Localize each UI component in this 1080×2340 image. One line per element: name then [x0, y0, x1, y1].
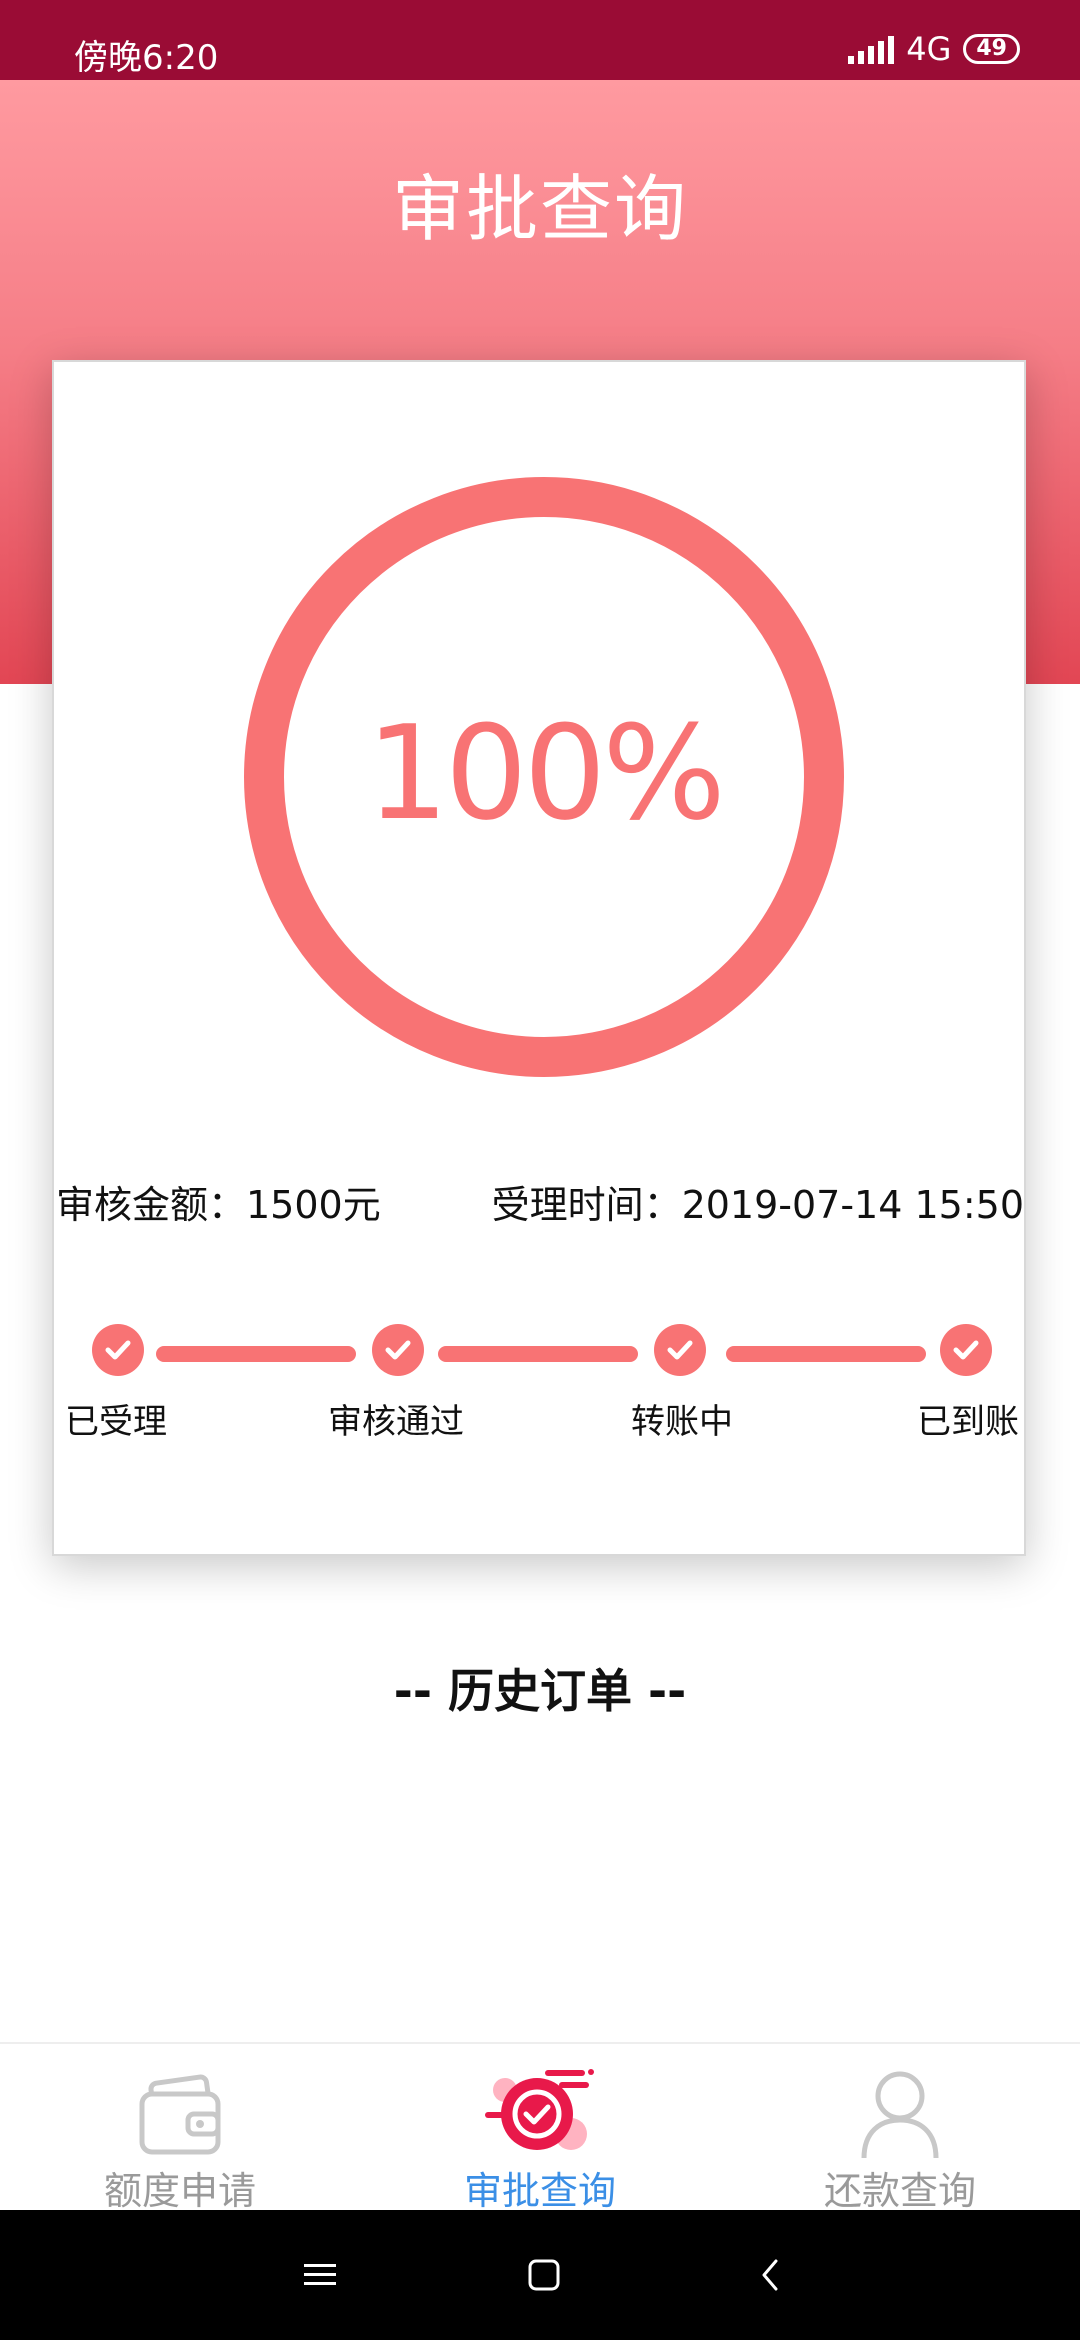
accept-time: 受理时间：2019-07-14 15:50 — [491, 1183, 1024, 1227]
approval-progress-card: 100% 审核金额：1500元 受理时间：2019-07-14 15:50 已受… — [52, 360, 1026, 1556]
progress-percent: 100% — [366, 697, 726, 849]
tab-approval-query[interactable]: 审批查询 — [360, 2044, 720, 2213]
status-time: 傍晚6:20 — [74, 38, 219, 78]
status-bar: 傍晚6:20 4G 49 — [0, 0, 1080, 80]
wallet-icon — [0, 2062, 360, 2162]
step-label-accepted: 已受理 — [65, 1402, 167, 1442]
signal-icon — [848, 34, 895, 64]
status-indicators: 4G 49 — [848, 30, 1020, 68]
step-label-received: 已到账 — [917, 1402, 1019, 1442]
step-4-check-icon — [940, 1324, 992, 1376]
step-label-approved: 审核通过 — [328, 1402, 464, 1442]
page-title: 审批查询 — [391, 167, 688, 251]
tab-label-quota-apply: 额度申请 — [103, 2169, 256, 2213]
step-connector-3 — [726, 1346, 926, 1362]
tab-label-repayment-query: 还款查询 — [823, 2169, 976, 2213]
battery-icon: 49 — [963, 34, 1020, 64]
back-icon[interactable] — [740, 2245, 800, 2305]
tab-repayment-query[interactable]: 还款查询 — [720, 2044, 1080, 2213]
step-3-check-icon — [654, 1324, 706, 1376]
bottom-tab-bar: 额度申请 审批查询 还款查询 — [0, 2042, 1080, 2213]
step-connector-1 — [156, 1346, 356, 1362]
system-navigation-bar — [0, 2210, 1080, 2340]
approval-check-icon — [360, 2062, 720, 2162]
history-orders-heading: -- 历史订单 -- — [393, 1664, 687, 1718]
menu-icon[interactable] — [290, 2245, 350, 2305]
approval-amount: 审核金额：1500元 — [56, 1183, 381, 1227]
step-2-check-icon — [372, 1324, 424, 1376]
step-1-check-icon — [92, 1324, 144, 1376]
network-type: 4G — [906, 30, 952, 68]
step-label-transferring: 转账中 — [631, 1402, 733, 1442]
tab-quota-apply[interactable]: 额度申请 — [0, 2044, 360, 2213]
tab-label-approval-query: 审批查询 — [463, 2169, 616, 2213]
battery-level: 49 — [976, 36, 1007, 61]
home-icon[interactable] — [514, 2245, 574, 2305]
user-icon — [720, 2062, 1080, 2162]
step-connector-2 — [438, 1346, 638, 1362]
